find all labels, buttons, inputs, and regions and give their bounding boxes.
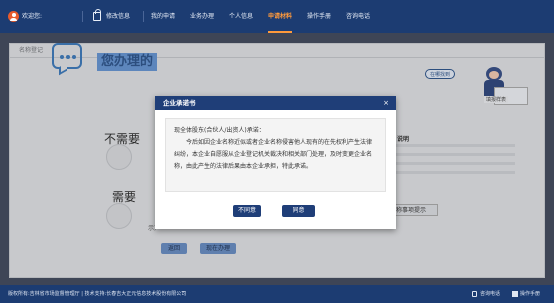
modal-commitment-text: 今后如因企业名称近似或者企业名称侵害他人现有的在先权利产生法律纠纷，本企业自愿服… [174, 139, 373, 170]
nav-manual[interactable]: 操作手册 [307, 0, 331, 33]
modal-title: 企业承诺书 [155, 96, 396, 110]
radio-yes[interactable] [106, 203, 132, 229]
nav-business[interactable]: 业务办理 [190, 0, 214, 33]
footer-copyright: 版权所有:吉林省市场监督管理厅 | 技术支持:长春吉大正元信息技术股份有限公司 [8, 291, 187, 297]
text-line [395, 144, 515, 147]
back-button[interactable]: 返回 [161, 243, 187, 254]
top-nav-bar: 欢迎您: 修改信息 我的申请 业务办理 个人信息 申请材料 操作手册 咨询电话 [0, 0, 554, 33]
nav-divider [143, 11, 144, 22]
agree-button[interactable]: 同意 [282, 205, 315, 217]
footer-consult-link[interactable]: 咨询电话 [480, 285, 500, 303]
close-icon[interactable]: × [383, 96, 389, 110]
nav-divider [82, 11, 83, 22]
disagree-button[interactable]: 不同意 [233, 205, 261, 217]
text-line [395, 162, 515, 165]
manual-icon [512, 291, 518, 297]
nav-phone[interactable]: 咨询电话 [346, 0, 370, 33]
text-line [395, 171, 515, 174]
footer: 版权所有:吉林省市场监督管理厅 | 技术支持:长春吉大正元信息技术股份有限公司 … [0, 285, 554, 303]
headline-text: 您办理的 [97, 53, 158, 71]
question-chat-icon [52, 43, 82, 69]
lock-icon[interactable] [93, 9, 101, 21]
text-line [395, 153, 515, 156]
radio-no[interactable] [106, 144, 132, 170]
modal-body: 现全体股东(合伙人/出资人)承诺： 今后如因企业名称近似或者企业名称侵害他人现有… [165, 118, 386, 192]
sample-board-label: 填报样表 [484, 96, 509, 103]
commitment-modal: 企业承诺书 × 现全体股东(合伙人/出资人)承诺： 今后如因企业名称近似或者企业… [155, 96, 396, 229]
right-info-title: 说明 [397, 136, 410, 143]
footer-manual-link[interactable]: 操作手册 [520, 285, 540, 303]
nav-my-applications[interactable]: 我的申请 [151, 0, 175, 33]
modal-salutation: 现全体股东(合伙人/出资人)承诺： [174, 127, 265, 134]
edit-info-link[interactable]: 修改信息 [106, 0, 130, 33]
handle-now-button[interactable]: 现在办理 [200, 243, 236, 254]
nav-application-materials[interactable]: 申请材料 [268, 0, 293, 33]
nav-personal-info[interactable]: 个人信息 [229, 0, 253, 33]
where-find-bubble: 在哪找到 [425, 69, 456, 79]
user-icon [8, 11, 19, 22]
welcome-text: 欢迎您: [22, 13, 43, 20]
panel-title: 名称登记 [10, 44, 544, 58]
phone-icon [472, 291, 477, 297]
